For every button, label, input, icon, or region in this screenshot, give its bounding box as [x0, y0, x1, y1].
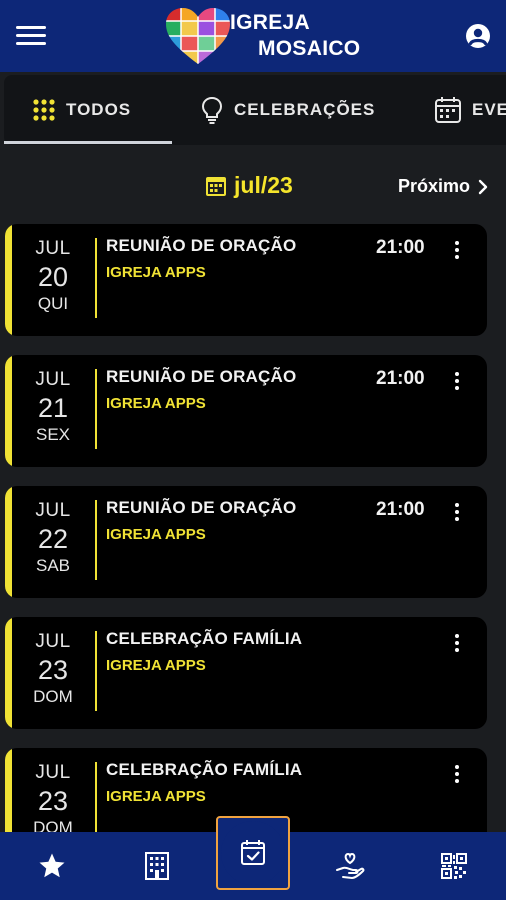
event-month: JUL — [35, 238, 71, 259]
account-icon[interactable] — [465, 23, 491, 49]
next-month-label: Próximo — [398, 176, 471, 196]
active-tab-indicator — [4, 141, 172, 144]
chevron-right-icon — [478, 179, 488, 194]
event-month: JUL — [35, 500, 71, 521]
event-day: 23 — [37, 655, 69, 685]
event-organizer: IGREJA APPS — [106, 526, 206, 543]
event-weekday: DOM — [33, 818, 73, 832]
star-icon — [39, 853, 65, 878]
nav-donations[interactable] — [320, 832, 380, 900]
more-options-icon[interactable] — [449, 763, 465, 785]
lightbulb-icon — [201, 96, 223, 124]
event-card[interactable]: JUL 20 QUI REUNIÃO DE ORAÇÃO IGREJA APPS… — [5, 224, 487, 336]
event-weekday: QUI — [37, 294, 69, 313]
grid-dots-icon — [33, 99, 55, 121]
event-divider — [95, 631, 97, 711]
logo-line-1: IGREJA — [230, 11, 310, 34]
event-accent-bar — [5, 355, 12, 467]
event-date: JUL 23 DOM — [23, 762, 83, 832]
tab-todos-label: TODOS — [66, 100, 132, 119]
building-icon — [145, 852, 169, 880]
event-weekday: SAB — [35, 556, 71, 575]
menu-icon[interactable] — [16, 24, 46, 46]
event-accent-bar — [5, 617, 12, 729]
current-month-label: jul/23 — [234, 172, 293, 198]
tab-celebracoes[interactable]: CELEBRAÇÕES — [200, 75, 375, 145]
nav-agenda[interactable] — [216, 816, 290, 890]
nav-agenda-highlight — [221, 821, 285, 885]
event-divider — [95, 500, 97, 580]
event-title: CELEBRAÇÃO FAMÍLIA — [106, 760, 303, 779]
event-date: JUL 22 SAB — [23, 500, 83, 576]
event-title: REUNIÃO DE ORAÇÃO — [106, 498, 297, 517]
nav-church[interactable] — [127, 832, 187, 900]
tab-celebracoes-label: CELEBRAÇÕES — [234, 100, 376, 119]
church-logo: IGREJA MOSAICO — [164, 4, 364, 68]
event-title: REUNIÃO DE ORAÇÃO — [106, 236, 297, 255]
current-month[interactable]: jul/23 — [204, 172, 293, 199]
event-month: JUL — [35, 762, 71, 783]
event-accent-bar — [5, 224, 12, 336]
event-title: CELEBRAÇÃO FAMÍLIA — [106, 629, 303, 648]
more-options-icon[interactable] — [449, 501, 465, 523]
calendar-icon — [435, 97, 461, 123]
event-title: REUNIÃO DE ORAÇÃO — [106, 367, 297, 386]
event-organizer: IGREJA APPS — [106, 395, 206, 412]
event-weekday: SEX — [35, 425, 71, 444]
event-date: JUL 21 SEX — [23, 369, 83, 445]
event-organizer: IGREJA APPS — [106, 788, 206, 805]
event-card[interactable]: JUL 23 DOM CELEBRAÇÃO FAMÍLIA IGREJA APP… — [5, 617, 487, 729]
event-accent-bar — [5, 486, 12, 598]
event-time: 21:00 — [376, 368, 425, 389]
more-options-icon[interactable] — [449, 370, 465, 392]
calendar-month-icon — [206, 176, 226, 196]
event-date: JUL 23 DOM — [23, 631, 83, 707]
event-card[interactable]: JUL 22 SAB REUNIÃO DE ORAÇÃO IGREJA APPS… — [5, 486, 487, 598]
next-month-button[interactable]: Próximo — [398, 176, 488, 197]
event-time: 21:00 — [376, 499, 425, 520]
event-divider — [95, 762, 97, 832]
event-accent-bar — [5, 748, 12, 832]
nav-favorites[interactable] — [22, 832, 82, 900]
tab-eventos-label: EVE — [472, 100, 506, 119]
event-day: 21 — [37, 393, 69, 423]
hand-heart-icon — [336, 852, 365, 879]
event-list: JUL 20 QUI REUNIÃO DE ORAÇÃO IGREJA APPS… — [0, 224, 506, 832]
event-weekday: DOM — [33, 687, 73, 706]
event-divider — [95, 369, 97, 449]
tab-eventos[interactable]: EVE — [434, 75, 506, 145]
tab-todos[interactable]: TODOS — [32, 75, 131, 145]
app-header: IGREJA MOSAICO — [0, 0, 506, 72]
logo-line-2: MOSAICO — [258, 37, 361, 60]
calendar-check-icon — [241, 840, 265, 865]
mosaic-heart-icon — [166, 8, 230, 64]
month-navigation: jul/23 Próximo — [0, 168, 506, 208]
event-time: 21:00 — [376, 237, 425, 258]
more-options-icon[interactable] — [449, 239, 465, 261]
event-organizer: IGREJA APPS — [106, 657, 206, 674]
event-month: JUL — [35, 369, 71, 390]
event-date: JUL 20 QUI — [23, 238, 83, 314]
event-day: 20 — [37, 262, 69, 292]
event-organizer: IGREJA APPS — [106, 264, 206, 281]
category-tabs: TODOS CELEBRAÇÕES EVE — [4, 75, 506, 145]
event-card[interactable]: JUL 21 SEX REUNIÃO DE ORAÇÃO IGREJA APPS… — [5, 355, 487, 467]
qr-code-icon — [441, 853, 467, 879]
event-day: 22 — [37, 524, 69, 554]
logo-text: IGREJA MOSAICO — [230, 10, 360, 62]
event-day: 23 — [37, 786, 69, 816]
more-options-icon[interactable] — [449, 632, 465, 654]
nav-qr-code[interactable] — [424, 832, 484, 900]
event-month: JUL — [35, 631, 71, 652]
event-divider — [95, 238, 97, 318]
